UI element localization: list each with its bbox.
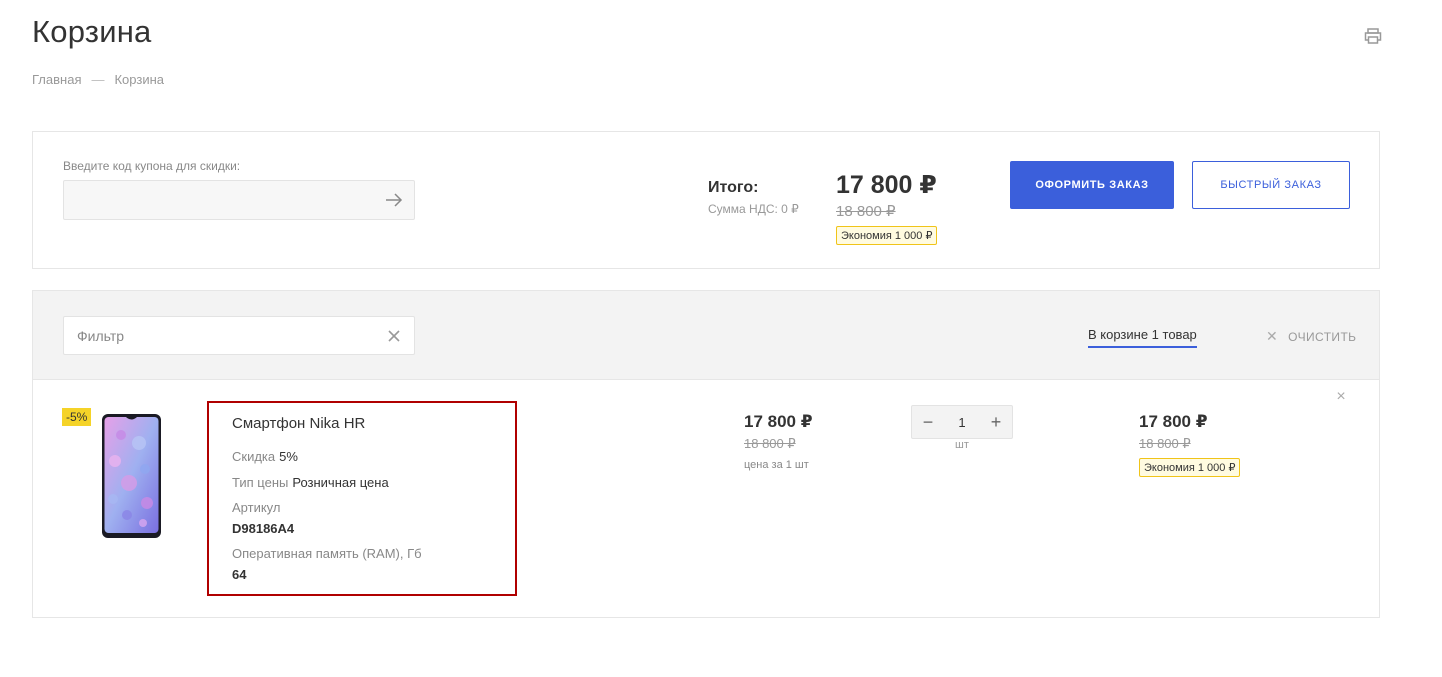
close-icon: ✕	[1266, 328, 1279, 344]
quantity-input[interactable]	[947, 414, 977, 430]
breadcrumb-separator: —	[91, 72, 105, 87]
printer-icon[interactable]	[1363, 26, 1383, 46]
product-image[interactable]	[101, 413, 162, 539]
clear-cart-button[interactable]: ✕ ОЧИСТИТЬ	[1266, 328, 1356, 345]
clear-cart-label: ОЧИСТИТЬ	[1288, 329, 1357, 344]
page-title: Корзина	[32, 14, 152, 49]
property-label: Скидка	[232, 449, 276, 464]
cart-toolbar: В корзине 1 товар ✕ ОЧИСТИТЬ	[33, 291, 1379, 380]
item-sum-old-price: 18 800 ₽	[1139, 436, 1191, 451]
breadcrumb-home-link[interactable]: Главная	[32, 72, 81, 87]
unit-price-note: цена за 1 шт	[744, 459, 809, 471]
checkout-button[interactable]: ОФОРМИТЬ ЗАКАЗ	[1010, 161, 1174, 209]
product-description-box: Смартфон Nika HR Скидка 5% Тип цены Рознич…	[207, 401, 517, 596]
economy-badge: Экономия 1 000 ₽	[836, 226, 938, 245]
property-value: Розничная цена	[292, 475, 389, 490]
ram-value: 64	[232, 567, 247, 582]
filter-field	[63, 316, 415, 355]
unit-price: 17 800 ₽	[744, 412, 813, 431]
quantity-unit: шт	[955, 439, 969, 451]
product-name-model: Nika HR	[309, 415, 366, 432]
coupon-label: Введите код купона для скидки:	[63, 159, 241, 173]
coupon-input[interactable]	[64, 181, 364, 219]
coupon-field	[63, 180, 415, 220]
arrow-right-icon[interactable]	[384, 191, 404, 209]
property-label: Тип цены	[232, 475, 289, 490]
filter-input[interactable]	[64, 317, 364, 354]
breadcrumb-current: Корзина	[114, 72, 165, 87]
price-type-property: Тип цены Розничная цена	[232, 475, 389, 490]
total-price: 17 800 ₽	[836, 171, 937, 199]
product-name[interactable]: Смартфон Nika HR	[232, 415, 365, 432]
in-cart-tab[interactable]: В корзине 1 товар	[1088, 327, 1197, 348]
discount-badge: -5%	[62, 408, 92, 426]
minus-icon[interactable]: −	[912, 406, 944, 438]
quick-order-button[interactable]: БЫСТРЫЙ ЗАКАЗ	[1192, 161, 1350, 209]
breadcrumb: Главная — Корзина	[32, 72, 164, 87]
article-label: Артикул	[232, 500, 281, 515]
total-label: Итого:	[708, 179, 759, 196]
close-icon[interactable]: ×	[1334, 389, 1348, 405]
property-value: 5%	[279, 449, 298, 464]
discount-property: Скидка 5%	[232, 449, 298, 464]
item-sum-price: 17 800 ₽	[1139, 412, 1208, 431]
vat-text: Сумма НДС: 0 ₽	[708, 202, 799, 216]
total-old-price: 18 800 ₽	[836, 203, 896, 220]
article-value: D98186A4	[232, 521, 295, 536]
order-summary-panel: Введите код купона для скидки: Итого: Су…	[32, 131, 1380, 269]
unit-old-price: 18 800 ₽	[744, 436, 796, 451]
product-name-prefix: Смартфон	[232, 415, 306, 432]
cart-items-panel: В корзине 1 товар ✕ ОЧИСТИТЬ -5%	[32, 290, 1380, 618]
ram-label: Оперативная память (RAM), Гб	[232, 546, 422, 561]
close-icon[interactable]	[387, 329, 401, 343]
plus-icon[interactable]: +	[980, 406, 1012, 438]
item-economy-badge: Экономия 1 000 ₽	[1139, 458, 1241, 477]
quantity-stepper: − +	[911, 405, 1013, 439]
